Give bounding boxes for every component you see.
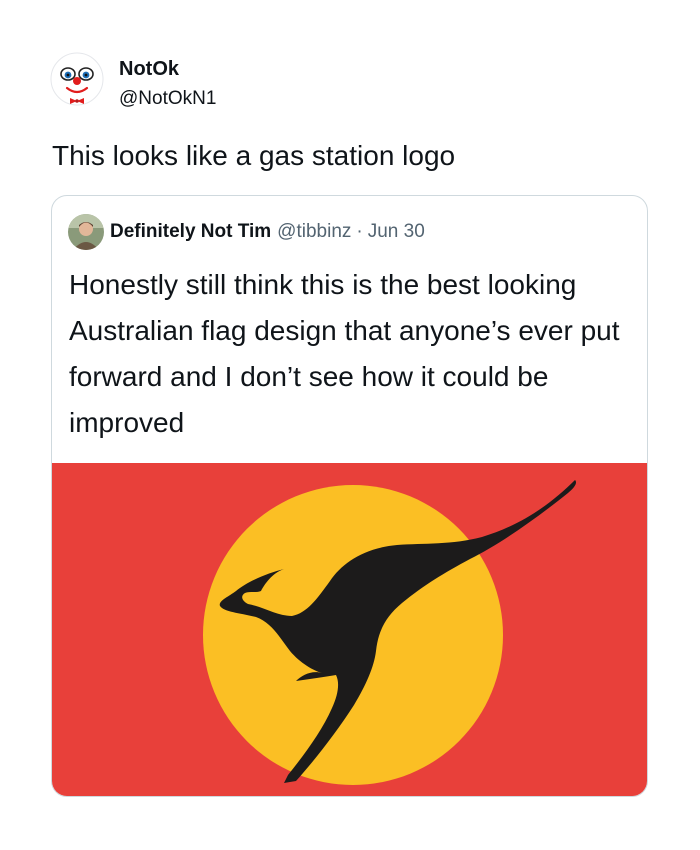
quoted-tweet-card[interactable]: Definitely Not Tim @tibbinz · Jun 30 Hon… (51, 195, 648, 797)
author-handle[interactable]: @NotOkN1 (119, 87, 216, 111)
author-avatar[interactable] (50, 52, 104, 106)
quoted-tweet-date[interactable]: Jun 30 (368, 221, 425, 243)
flag-image (52, 463, 647, 796)
clown-face-icon (50, 52, 104, 106)
quoted-tweet-image[interactable] (52, 463, 647, 796)
quoted-author-handle[interactable]: @tibbinz (277, 221, 351, 243)
author-display-name[interactable]: NotOk (119, 57, 216, 81)
separator-dot: · (356, 221, 363, 242)
quoted-tweet-text: Honestly still think this is the best lo… (69, 269, 620, 438)
author-info: NotOk @NotOkN1 (119, 57, 216, 111)
quoted-tweet-header: Definitely Not Tim @tibbinz · Jun 30 (68, 214, 425, 250)
tweet-text: This looks like a gas station logo (52, 140, 456, 171)
quoted-author-avatar[interactable] (68, 214, 104, 250)
quoted-author-display-name[interactable]: Definitely Not Tim (110, 221, 271, 243)
person-photo-icon (68, 214, 104, 250)
tweet: NotOk @NotOkN1 This looks like a gas sta… (0, 0, 700, 850)
